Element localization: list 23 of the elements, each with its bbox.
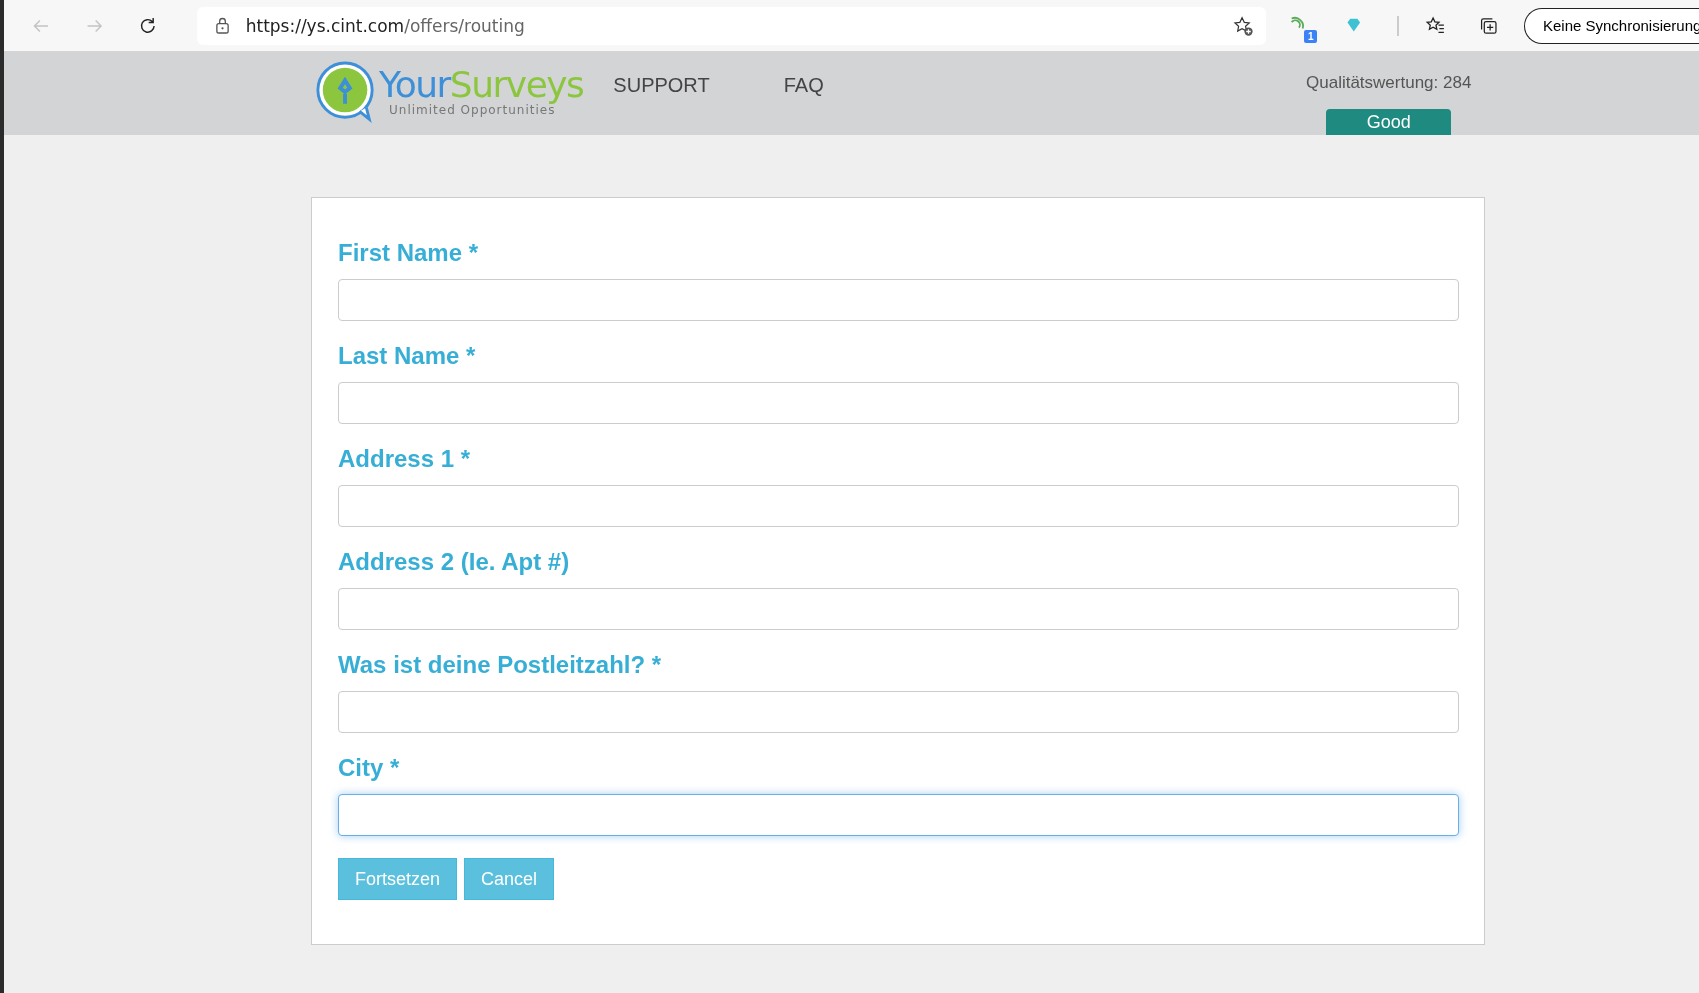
lock-icon <box>214 17 230 34</box>
globe-logo-icon[interactable] <box>315 61 377 123</box>
extension-badge: 1 <box>1304 29 1318 43</box>
field-label: Address 2 (Ie. Apt #) <box>338 547 571 577</box>
star-add-icon[interactable] <box>1231 14 1254 37</box>
field-label: Was ist deine Postleitzahl? * <box>338 650 663 680</box>
nav-link[interactable]: FAQ <box>783 74 824 97</box>
logo-tagline: Unlimited Opportunities <box>389 103 556 117</box>
input-field[interactable] <box>338 382 1459 424</box>
input-field[interactable] <box>338 794 1459 836</box>
field-label: First Name * <box>338 238 480 268</box>
field-label: City * <box>338 753 401 783</box>
quality-badge: Good <box>1326 109 1452 135</box>
input-field[interactable] <box>338 691 1459 733</box>
address-bar[interactable]: https://ys.cint.com/offers/routing <box>196 6 1266 45</box>
field-label: Address 1 * <box>338 444 472 474</box>
field-label: Last Name * <box>338 341 477 371</box>
input-field[interactable] <box>338 588 1459 630</box>
nav-link[interactable]: SUPPORT <box>613 74 710 97</box>
input-field[interactable] <box>338 485 1459 527</box>
quality-score: Qualitätswertung: 284 <box>1306 73 1472 93</box>
input-field[interactable] <box>338 279 1459 321</box>
url-text: https://ys.cint.com/offers/routing <box>245 15 526 36</box>
